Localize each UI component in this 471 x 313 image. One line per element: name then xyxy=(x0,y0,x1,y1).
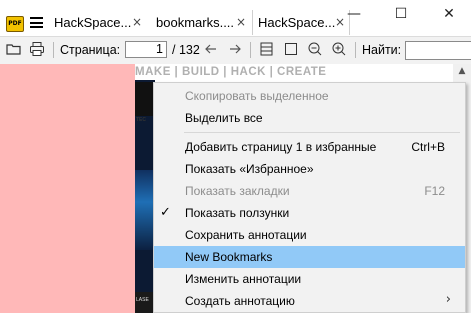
tab-label: HackSpace... xyxy=(54,15,132,30)
page-label: Страница: xyxy=(60,43,121,57)
print-icon[interactable] xyxy=(29,41,47,59)
zoom-out-icon[interactable] xyxy=(307,41,325,59)
open-folder-icon[interactable] xyxy=(6,41,24,59)
menu-item-label: New Bookmarks xyxy=(185,250,273,264)
menu-item-add-favorite[interactable]: Добавить страницу 1 в избранные Ctrl+B xyxy=(154,136,465,158)
checkmark-icon: ✓ xyxy=(160,205,171,220)
scroll-up-icon[interactable]: ▲ xyxy=(453,66,471,80)
menu-item-select-all[interactable]: Выделить все xyxy=(154,107,465,129)
menu-item-create-annotation[interactable]: Создать аннотацию › xyxy=(154,290,465,312)
menu-item-label: Сохранить аннотации xyxy=(185,228,307,242)
page-banner-text: MAKE | BUILD | HACK | CREATE xyxy=(135,66,327,78)
fit-width-icon[interactable] xyxy=(259,41,277,59)
tab-1[interactable]: HackSpace... × xyxy=(50,10,150,35)
tab-label: bookmarks.... xyxy=(156,15,235,30)
close-window-button[interactable]: ✕ xyxy=(437,4,461,24)
toolbar-separator xyxy=(355,42,356,58)
arrow-right-icon[interactable] xyxy=(227,41,245,59)
tab-close-icon[interactable]: × xyxy=(132,10,142,35)
menu-item-label: Создать аннотацию xyxy=(185,294,295,308)
fit-page-icon[interactable] xyxy=(283,41,301,59)
app-logo-icon[interactable]: PDF xyxy=(6,16,24,32)
context-menu: Скопировать выделенное Выделить все Доба… xyxy=(153,82,466,313)
hamburger-menu-icon[interactable] xyxy=(30,17,43,28)
menu-separator xyxy=(184,132,460,133)
minimize-button[interactable]: — xyxy=(342,4,366,24)
menu-item-label: Изменить аннотации xyxy=(185,272,302,286)
menu-item-show-scrollbars[interactable]: ✓ Показать ползунки xyxy=(154,202,465,224)
arrow-left-icon[interactable] xyxy=(203,41,221,59)
menu-item-label: Добавить страницу 1 в избранные xyxy=(185,140,377,154)
menu-item-new-bookmarks[interactable]: New Bookmarks xyxy=(154,246,465,268)
find-label: Найти: xyxy=(362,43,402,57)
title-bar: PDF HackSpace... × bookmarks.... × HackS… xyxy=(0,0,471,35)
tab-label: HackSpace... xyxy=(258,15,336,30)
menu-item-show-bookmarks[interactable]: Показать закладки F12 xyxy=(154,180,465,202)
menu-item-shortcut: F12 xyxy=(424,184,445,198)
menu-item-label: Выделить все xyxy=(185,111,263,125)
menu-item-shortcut: Ctrl+B xyxy=(411,140,445,154)
toolbar: Страница: 1 / 132 Найти: xyxy=(0,36,471,65)
toolbar-separator xyxy=(53,42,54,58)
tab-close-icon[interactable]: × xyxy=(236,10,246,35)
toolbar-separator xyxy=(250,42,251,58)
menu-item-save-annotations[interactable]: Сохранить аннотации xyxy=(154,224,465,246)
menu-item-show-favorites[interactable]: Показать «Избранное» xyxy=(154,158,465,180)
cover-logo xyxy=(135,82,153,116)
submenu-arrow-icon: › xyxy=(445,292,451,307)
find-input[interactable] xyxy=(405,41,471,60)
maximize-button[interactable]: ☐ xyxy=(389,4,413,24)
menu-item-copy-selection[interactable]: Скопировать выделенное xyxy=(154,85,465,107)
cover-lase-text: LASE xyxy=(136,297,149,303)
tab-3-active[interactable]: HackSpace... × xyxy=(252,10,350,35)
page-number-input[interactable]: 1 xyxy=(125,41,167,58)
menu-item-label: Скопировать выделенное xyxy=(185,89,329,103)
cover-glow-image xyxy=(135,170,155,250)
menu-item-label: Показать закладки xyxy=(185,184,290,198)
cover-tec-text: TEC xyxy=(136,117,146,123)
menu-item-label: Показать «Избранное» xyxy=(185,162,314,176)
zoom-in-icon[interactable] xyxy=(331,41,349,59)
menu-item-label: Показать ползунки xyxy=(185,206,290,220)
page-total: / 132 xyxy=(172,43,200,57)
menu-item-edit-annotations[interactable]: Изменить аннотации xyxy=(154,268,465,290)
tab-2[interactable]: bookmarks.... × xyxy=(152,10,252,35)
